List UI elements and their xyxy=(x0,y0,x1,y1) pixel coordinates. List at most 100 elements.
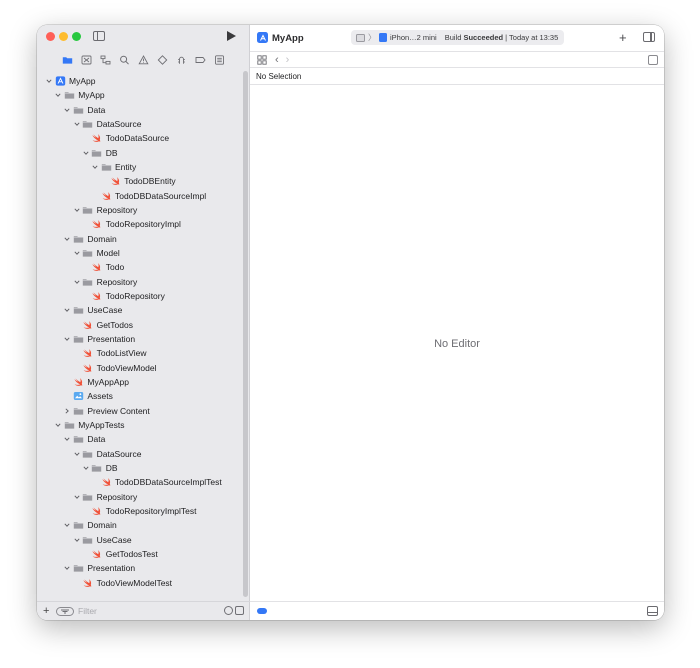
folder-icon[interactable] xyxy=(62,55,74,65)
chevron-down-icon[interactable] xyxy=(54,421,62,429)
chevron-down-icon[interactable] xyxy=(73,450,81,458)
group-row[interactable]: Presentation xyxy=(63,561,135,575)
file-row[interactable]: TodoDBDataSourceImpl xyxy=(91,189,206,203)
activity-viewer[interactable]: 〉 iPhon…2 mini Build Succeeded | Today a… xyxy=(351,30,564,45)
debug-area-toggle-icon[interactable] xyxy=(257,608,267,614)
group-row[interactable]: DB xyxy=(82,461,118,475)
group-row[interactable]: UseCase xyxy=(73,533,132,547)
file-row[interactable]: TodoRepositoryImplTest xyxy=(82,504,197,518)
debug-icon[interactable] xyxy=(176,55,188,65)
group-row[interactable]: MyApp xyxy=(45,74,95,88)
chevron-down-icon[interactable] xyxy=(63,435,71,443)
group-row[interactable]: Repository xyxy=(73,203,137,217)
tree-item-label: Domain xyxy=(87,520,117,531)
swift-file-icon xyxy=(72,377,84,387)
source-control-filter-icon[interactable] xyxy=(235,606,244,615)
chevron-down-icon[interactable] xyxy=(63,235,71,243)
group-row[interactable]: MyAppTests xyxy=(54,418,124,432)
file-row[interactable]: TodoRepositoryImpl xyxy=(82,217,181,231)
group-row[interactable]: MyApp xyxy=(54,88,105,102)
folder-icon xyxy=(82,119,94,129)
group-row[interactable]: Presentation xyxy=(63,332,135,346)
chevron-down-icon[interactable] xyxy=(91,163,99,171)
symbol-icon[interactable] xyxy=(100,55,112,65)
file-row[interactable]: Todo xyxy=(82,260,124,274)
chevron-down-icon[interactable] xyxy=(73,536,81,544)
scheme-icon[interactable] xyxy=(356,33,365,42)
filter-input[interactable]: Filter xyxy=(78,606,97,616)
library-add-button[interactable]: + xyxy=(619,30,627,45)
file-row[interactable]: GetTodos xyxy=(73,318,133,332)
group-row[interactable]: UseCase xyxy=(63,303,122,317)
group-row[interactable]: Repository xyxy=(73,275,138,289)
chevron-down-icon[interactable] xyxy=(63,106,71,114)
chevron-down-icon[interactable] xyxy=(73,206,81,214)
chevron-right-icon[interactable] xyxy=(63,407,71,415)
chevron-down-icon[interactable] xyxy=(73,493,81,501)
group-row[interactable]: Domain xyxy=(63,232,117,246)
chevron-down-icon[interactable] xyxy=(63,521,71,529)
related-items-icon[interactable] xyxy=(257,54,267,65)
chevron-down-icon[interactable] xyxy=(54,91,62,99)
folder-icon xyxy=(82,449,94,459)
minimize-window-button[interactable] xyxy=(59,32,68,41)
inspector-toggle-icon[interactable] xyxy=(643,32,655,42)
group-row[interactable]: DataSource xyxy=(73,117,141,131)
group-row[interactable]: Data xyxy=(63,432,105,446)
close-window-button[interactable] xyxy=(46,32,55,41)
chevron-down-icon[interactable] xyxy=(45,77,53,85)
chevron-down-icon[interactable] xyxy=(63,335,71,343)
run-button[interactable] xyxy=(227,31,236,41)
group-row[interactable]: Data xyxy=(63,103,105,117)
navigator-scrollbar[interactable] xyxy=(243,71,248,597)
file-row[interactable]: TodoViewModel xyxy=(73,361,156,375)
report-icon[interactable] xyxy=(214,55,226,65)
file-row[interactable]: TodoDBEntity xyxy=(100,174,176,188)
chevron-down-icon[interactable] xyxy=(82,464,90,472)
group-row[interactable]: Preview Content xyxy=(63,404,150,418)
file-row[interactable]: TodoDBDataSourceImplTest xyxy=(91,475,222,489)
group-row[interactable]: Entity xyxy=(91,160,136,174)
file-row[interactable]: TodoListView xyxy=(73,346,147,360)
tree-item-label: Todo xyxy=(105,262,125,273)
file-row[interactable]: MyAppApp xyxy=(63,375,129,389)
tree-item-label: Data xyxy=(87,434,106,445)
zoom-window-button[interactable] xyxy=(72,32,81,41)
group-row[interactable]: Model xyxy=(73,246,120,260)
group-row[interactable]: Repository xyxy=(73,490,137,504)
go-forward-icon[interactable]: › xyxy=(286,54,290,66)
issue-icon[interactable] xyxy=(138,55,150,65)
file-row[interactable]: GetTodosTest xyxy=(82,547,158,561)
file-row[interactable]: TodoDataSource xyxy=(82,131,169,145)
swift-file-icon xyxy=(91,549,103,559)
group-row[interactable]: Assets xyxy=(63,389,113,403)
chevron-down-icon[interactable] xyxy=(63,564,71,572)
chevron-down-icon[interactable] xyxy=(63,306,71,314)
tree-item-label: Repository xyxy=(96,276,138,287)
xcode-project-icon xyxy=(257,32,268,43)
go-back-icon[interactable]: ‹ xyxy=(275,54,279,66)
jump-bar: ‹ › xyxy=(250,51,664,68)
chevron-down-icon[interactable] xyxy=(73,278,81,286)
source-control-icon[interactable] xyxy=(81,55,93,65)
test-icon[interactable] xyxy=(157,55,169,65)
recent-files-icon[interactable] xyxy=(224,606,233,615)
console-toggle-icon[interactable] xyxy=(647,606,658,616)
group-row[interactable]: DB xyxy=(82,146,118,160)
tree-item-label: MyAppTests xyxy=(78,419,125,430)
file-row[interactable]: TodoViewModelTest xyxy=(73,576,172,590)
chevron-down-icon[interactable] xyxy=(73,120,81,128)
chevron-down-icon[interactable] xyxy=(82,149,90,157)
breakpoint-icon[interactable] xyxy=(195,55,207,65)
filter-options-icon[interactable] xyxy=(56,606,74,616)
sidebar-toggle-icon[interactable] xyxy=(93,31,105,41)
add-file-button[interactable]: + xyxy=(43,605,53,617)
run-destination[interactable]: iPhon…2 mini xyxy=(390,33,437,42)
file-row[interactable]: TodoRepository xyxy=(82,289,165,303)
find-icon[interactable] xyxy=(119,55,131,65)
split-editor-icon[interactable] xyxy=(648,55,658,65)
chevron-down-icon[interactable] xyxy=(73,249,81,257)
group-row[interactable]: DataSource xyxy=(73,447,141,461)
simulator-device-icon[interactable] xyxy=(379,33,387,42)
group-row[interactable]: Domain xyxy=(63,518,117,532)
